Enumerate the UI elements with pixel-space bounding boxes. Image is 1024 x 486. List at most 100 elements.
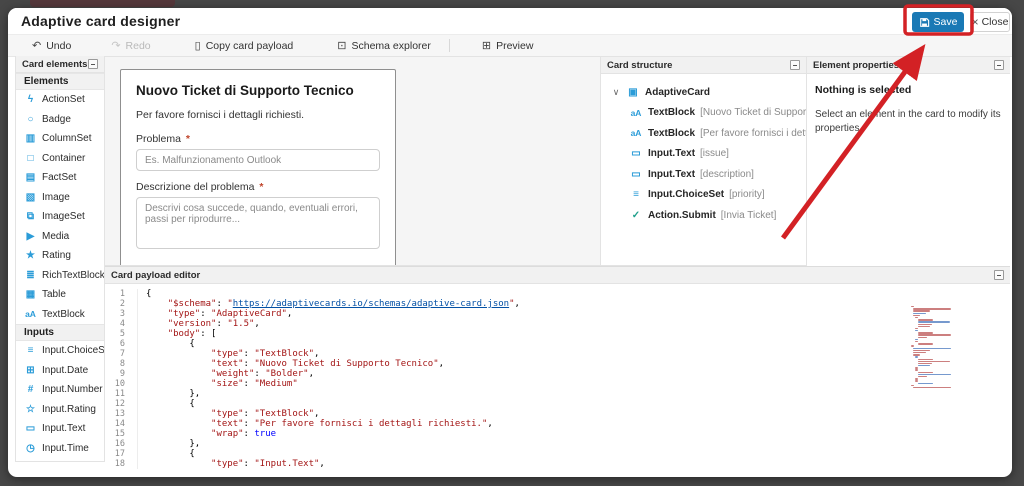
line-number: 3 <box>105 309 137 319</box>
line-number: 15 <box>105 429 137 439</box>
sidebar-item-image[interactable]: ▧Image <box>16 188 104 208</box>
editor-minimap[interactable] <box>911 306 957 386</box>
required-asterisk: * <box>256 181 263 193</box>
code-line[interactable]: 14 "text": "Per favore fornisci i dettag… <box>105 419 1010 429</box>
minimap-line <box>918 383 934 384</box>
sidebar-item-input-time[interactable]: ◷Input.Time <box>16 439 104 459</box>
minimap-line <box>918 376 927 377</box>
preview-button[interactable]: ⊞ Preview <box>472 35 544 56</box>
sidebar-item-container[interactable]: □Container <box>16 149 104 169</box>
tree-node-textblock[interactable]: aATextBlock[Nuovo Ticket di Supporto Tec… <box>601 103 806 124</box>
minimap-line <box>915 328 918 329</box>
sidebar-section-elements[interactable]: Elements <box>16 73 104 90</box>
code-line[interactable]: 11 }, <box>105 389 1010 399</box>
minimap-line <box>918 365 930 366</box>
close-icon: × <box>972 16 979 28</box>
schema-explorer-button[interactable]: ⊡ Schema explorer <box>327 35 441 56</box>
chevron-down-icon[interactable]: ∨ <box>611 87 621 98</box>
sidebar-item-badge[interactable]: ○Badge <box>16 110 104 130</box>
input-text-icon: ▭ <box>24 423 37 434</box>
issue-input[interactable] <box>136 149 380 171</box>
tree-node-input-text[interactable]: ▭Input.Text[description] <box>601 164 806 185</box>
tree-node-adaptivecard[interactable]: ∨▣AdaptiveCard <box>601 82 806 103</box>
json-code-editor[interactable]: 1{2 "$schema": "https://adaptivecards.io… <box>105 284 1010 469</box>
code-line[interactable]: 5 "body": [ <box>105 329 1010 339</box>
sidebar-item-input-date[interactable]: ⊞Input.Date <box>16 361 104 381</box>
input-text-icon: ▭ <box>629 169 643 180</box>
sidebar-item-input-rating[interactable]: ☆Input.Rating <box>16 400 104 420</box>
sidebar-item-factset[interactable]: ▤FactSet <box>16 168 104 188</box>
sidebar-item-input-text[interactable]: ▭Input.Text <box>16 419 104 439</box>
code-line[interactable]: 8 "text": "Nuovo Ticket di Supporto Tecn… <box>105 359 1010 369</box>
sidebar-item-actionset[interactable]: ϟActionSet <box>16 90 104 110</box>
sidebar-item-rating[interactable]: ★Rating <box>16 246 104 266</box>
adaptive-card-designer-window: Adaptive card designer Save × Close ↶ Un… <box>8 8 1012 477</box>
code-line[interactable]: 17 { <box>105 449 1010 459</box>
sidebar-item-input-number[interactable]: #Input.Number <box>16 380 104 400</box>
sidebar-item-columnset[interactable]: ▥ColumnSet <box>16 129 104 149</box>
code-line[interactable]: 18 "type": "Input.Text", <box>105 459 1010 469</box>
minimap-line <box>913 310 930 311</box>
minimap-line <box>913 348 951 349</box>
code-line[interactable]: 2 "$schema": "https://adaptivecards.io/s… <box>105 299 1010 309</box>
minimap-line <box>911 306 914 307</box>
sidebar-item-table[interactable]: ▦Table <box>16 285 104 305</box>
sidebar-item-input-choiceset[interactable]: ≡Input.ChoiceSet <box>16 341 104 361</box>
undo-button[interactable]: ↶ Undo <box>22 35 81 56</box>
sidebar-item-media[interactable]: ▶Media <box>16 227 104 247</box>
collapse-payload-editor-icon[interactable] <box>994 270 1004 280</box>
code-line[interactable]: 13 "type": "TextBlock", <box>105 409 1010 419</box>
input-choiceset-icon: ≡ <box>24 345 37 356</box>
code-line[interactable]: 16 }, <box>105 439 1010 449</box>
designer-toolbar: ↶ Undo ↷ Redo ▯ Copy card payload ⊡ Sche… <box>8 34 1012 57</box>
card-payload-editor-panel: Card payload editor 1{2 "$schema": "http… <box>105 266 1010 471</box>
close-button[interactable]: × Close <box>970 12 1010 32</box>
required-asterisk: * <box>183 133 190 145</box>
card-structure-header: Card structure <box>601 57 806 74</box>
line-number: 1 <box>105 289 137 299</box>
sidebar-section-inputs[interactable]: Inputs <box>16 324 104 341</box>
code-line[interactable]: 9 "weight": "Bolder", <box>105 369 1010 379</box>
code-line[interactable]: 7 "type": "TextBlock", <box>105 349 1010 359</box>
code-line[interactable]: 1{ <box>105 289 1010 299</box>
minimap-line <box>918 324 932 325</box>
minimap-line <box>911 385 914 386</box>
toolbar-separator <box>449 39 450 52</box>
save-button[interactable]: Save <box>912 12 964 32</box>
collapse-card-structure-icon[interactable] <box>790 60 800 70</box>
collapse-element-properties-icon[interactable] <box>994 60 1004 70</box>
tree-node-textblock[interactable]: aATextBlock[Per favore fornisci i dettag… <box>601 123 806 144</box>
columnset-icon: ▥ <box>24 133 37 144</box>
redo-button[interactable]: ↷ Redo <box>101 35 160 56</box>
sidebar-item-imageset[interactable]: ⧉ImageSet <box>16 207 104 227</box>
description-textarea[interactable] <box>136 197 380 249</box>
sidebar-item-textblock[interactable]: aATextBlock <box>16 305 104 325</box>
image-icon: ▧ <box>24 192 37 203</box>
input-text-icon: ▭ <box>629 148 643 159</box>
tree-node-action-submit[interactable]: ✓Action.Submit[Invia Ticket] <box>601 205 806 226</box>
line-number: 7 <box>105 349 137 359</box>
tree-node-input-text[interactable]: ▭Input.Text[issue] <box>601 144 806 165</box>
card-subtitle: Per favore fornisci i dettagli richiesti… <box>136 109 380 121</box>
code-line[interactable]: 4 "version": "1.5", <box>105 319 1010 329</box>
media-icon: ▶ <box>24 231 37 242</box>
rating-icon: ★ <box>24 250 37 261</box>
code-line[interactable]: 6 { <box>105 339 1010 349</box>
copy-card-payload-button[interactable]: ▯ Copy card payload <box>185 35 304 56</box>
line-number: 18 <box>105 459 137 469</box>
element-properties-panel: Element properties Nothing is selected S… <box>806 56 1010 266</box>
sidebar-item-richtextblock[interactable]: ≣RichTextBlock <box>16 266 104 286</box>
code-line[interactable]: 12 { <box>105 399 1010 409</box>
minimap-line <box>915 330 918 331</box>
collapse-card-elements-icon[interactable] <box>88 59 98 69</box>
tree-node-input-choiceset[interactable]: ≡Input.ChoiceSet[priority] <box>601 185 806 206</box>
code-line[interactable]: 3 "type": "AdaptiveCard", <box>105 309 1010 319</box>
code-line[interactable]: 10 "size": "Medium" <box>105 379 1010 389</box>
card-payload-editor-header: Card payload editor <box>105 267 1010 284</box>
line-number: 8 <box>105 359 137 369</box>
minimap-line <box>913 313 926 314</box>
code-line[interactable]: 15 "wrap": true <box>105 429 1010 439</box>
adaptive-card-preview[interactable]: Nuovo Ticket di Supporto Tecnico Per fav… <box>120 69 396 266</box>
background-window-fragment <box>30 0 175 7</box>
input-time-icon: ◷ <box>24 443 37 454</box>
